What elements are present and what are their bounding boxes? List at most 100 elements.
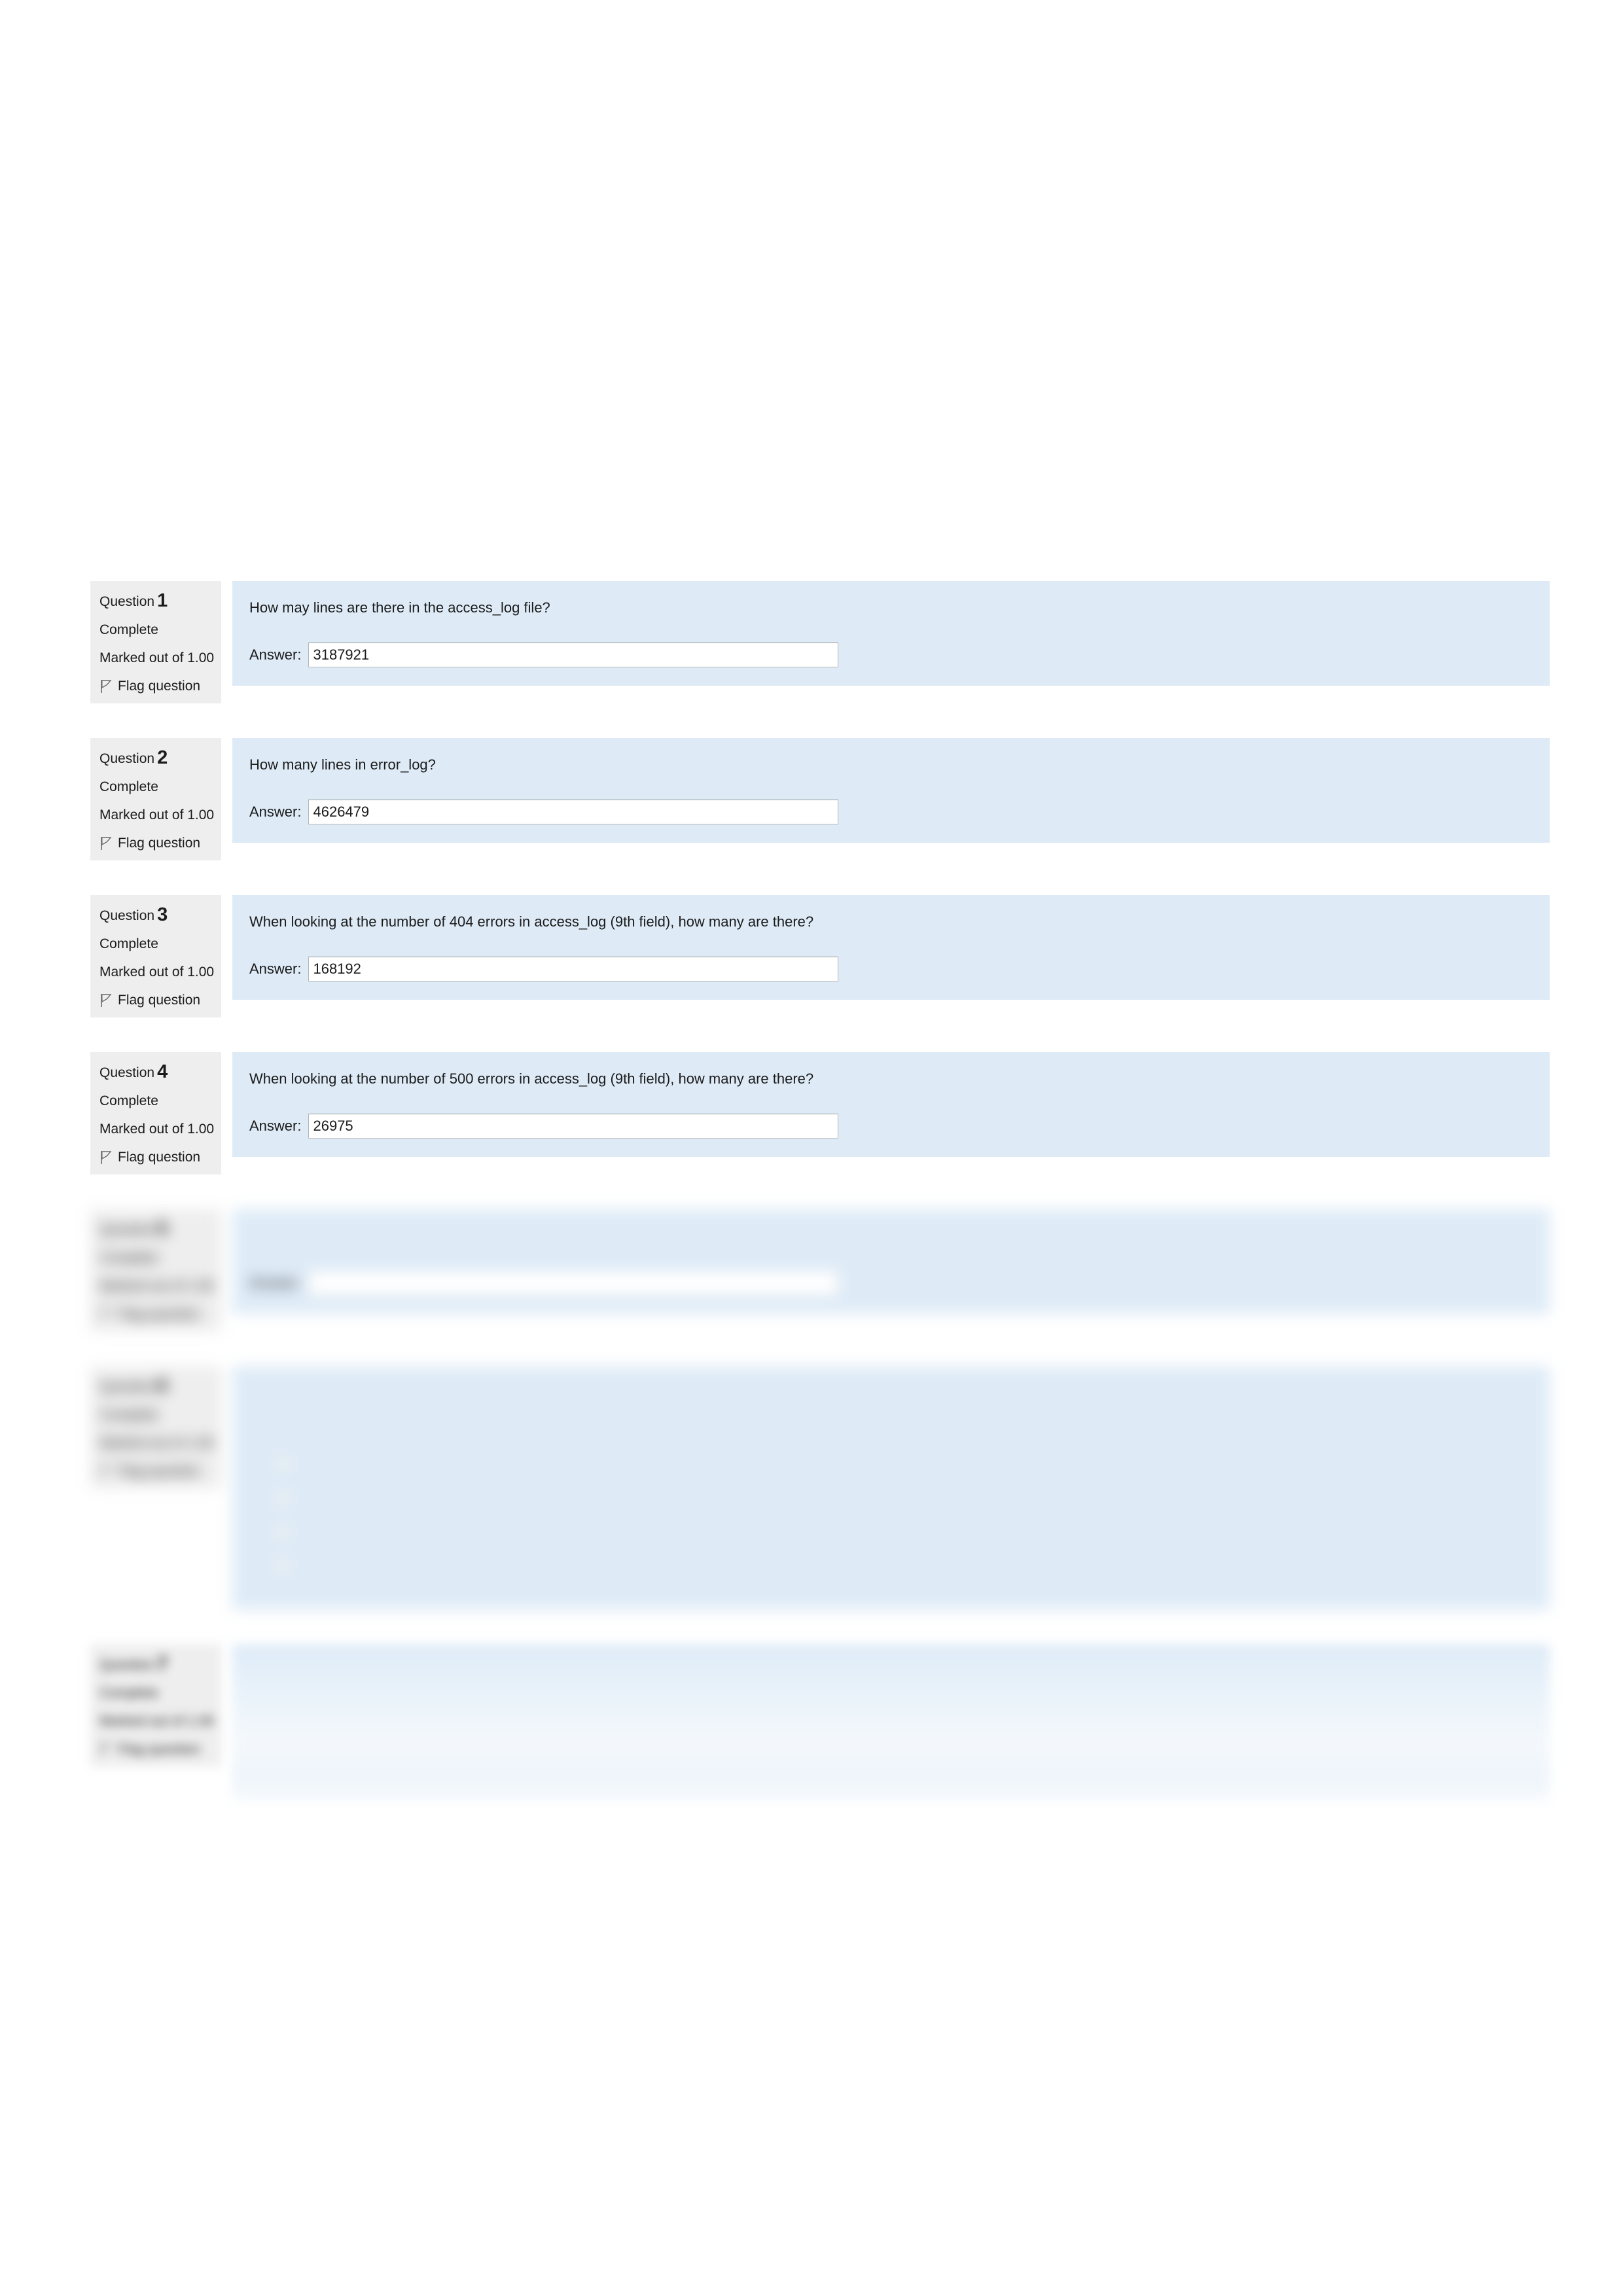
- radio-icon[interactable]: [276, 1456, 290, 1471]
- flag-question-button-2[interactable]: Flag question: [99, 836, 212, 851]
- flag-question-button-7[interactable]: Flag question: [99, 1742, 212, 1757]
- question-number-3: 3: [157, 904, 168, 925]
- flag-question-label-1: Flag question: [118, 679, 201, 694]
- question-state-3: Complete: [99, 936, 158, 951]
- flag-question-label-4: Flag question: [118, 1150, 201, 1165]
- flag-question-label-7: Flag question: [118, 1741, 201, 1757]
- question-word: Question: [99, 908, 155, 923]
- flag-icon: [99, 1150, 112, 1165]
- quiz-page: Question 1 Complete Marked out of 1.00 Fl…: [0, 0, 1623, 2296]
- question-number-label-5: Question 5: [99, 1220, 212, 1239]
- flag-question-label-3: Flag question: [118, 993, 201, 1008]
- answer-label-1: Answer:: [249, 646, 302, 663]
- answer-row-2: Answer:: [249, 799, 1550, 824]
- question-content-1: How may lines are there in the access_lo…: [232, 581, 1550, 686]
- question-text-6: [249, 1383, 1550, 1403]
- question-state-4: Complete: [99, 1093, 158, 1108]
- question-text-7: [249, 1661, 1550, 1681]
- question-word: Question: [99, 1657, 155, 1672]
- question-number-4: 4: [157, 1061, 168, 1082]
- question-content-7: [232, 1644, 1550, 1801]
- answer-input-4[interactable]: [308, 1113, 839, 1139]
- question-state-7: Complete: [99, 1685, 158, 1701]
- flag-icon: [99, 993, 112, 1008]
- question-grade-3: Marked out of 1.00: [99, 964, 215, 980]
- question-content-2: How many lines in error_log? Answer:: [232, 738, 1550, 843]
- question-state-2: Complete: [99, 779, 158, 794]
- flag-question-label-5: Flag question: [118, 1307, 201, 1322]
- question-number-5: 5: [157, 1218, 168, 1239]
- question-grade-4: Marked out of 1.00: [99, 1122, 215, 1137]
- mc-prompt-6: [249, 1428, 1550, 1445]
- question-state-1: Complete: [99, 622, 158, 637]
- question-text-3: When looking at the number of 404 errors…: [249, 913, 814, 930]
- question-number-1: 1: [157, 590, 168, 611]
- flag-question-button-1[interactable]: Flag question: [99, 679, 212, 694]
- mc-option-list-6: [249, 1455, 1550, 1574]
- flag-icon: [99, 1742, 112, 1757]
- question-info-5: Question 5 Complete Marked out of 1.00 Fl…: [90, 1209, 221, 1332]
- question-block-5: Question 5 Complete Marked out of 1.00 Fl…: [90, 1209, 1550, 1332]
- mc-option-label-6-a: [300, 1455, 304, 1472]
- question-content-4: When looking at the number of 500 errors…: [232, 1052, 1550, 1157]
- flag-question-button-3[interactable]: Flag question: [99, 993, 212, 1008]
- question-number-label-7: Question 7: [99, 1654, 212, 1674]
- radio-icon[interactable]: [276, 1558, 290, 1573]
- question-block-7: Question 7 Complete Marked out of 1.00 Fl…: [90, 1644, 1550, 1801]
- answer-input-1[interactable]: [308, 642, 839, 667]
- answer-input-3[interactable]: [308, 956, 839, 981]
- answer-label-2: Answer:: [249, 803, 302, 820]
- question-block-1: Question 1 Complete Marked out of 1.00 Fl…: [90, 581, 1550, 703]
- answer-row-5: Answer:: [249, 1270, 1550, 1296]
- mc-option-6-d[interactable]: [276, 1557, 1550, 1574]
- flag-question-label-6: Flag question: [118, 1464, 201, 1479]
- question-subtext-7: [249, 1705, 1550, 1725]
- question-info-1: Question 1 Complete Marked out of 1.00 Fl…: [90, 581, 221, 703]
- question-info-4: Question 4 Complete Marked out of 1.00 Fl…: [90, 1052, 221, 1174]
- question-grade-1: Marked out of 1.00: [99, 650, 215, 665]
- question-content-5: Answer:: [232, 1209, 1550, 1314]
- flag-question-button-6[interactable]: Flag question: [99, 1464, 212, 1479]
- question-block-4: Question 4 Complete Marked out of 1.00 Fl…: [90, 1052, 1550, 1174]
- question-state-5: Complete: [99, 1250, 158, 1265]
- mc-option-label-6-b: [300, 1489, 304, 1506]
- mc-option-6-c[interactable]: [276, 1523, 1550, 1540]
- question-text-2: How many lines in error_log?: [249, 756, 436, 773]
- flag-icon: [99, 1307, 112, 1322]
- question-text-1: How may lines are there in the access_lo…: [249, 599, 550, 616]
- question-word: Question: [99, 751, 155, 766]
- question-number-label-3: Question 3: [99, 906, 212, 925]
- question-state-6: Complete: [99, 1407, 158, 1422]
- question-grade-5: Marked out of 1.00: [99, 1279, 215, 1294]
- question-word: Question: [99, 1222, 155, 1237]
- flag-question-button-5[interactable]: Flag question: [99, 1307, 212, 1322]
- answer-row-1: Answer:: [249, 642, 1550, 667]
- mc-option-6-b[interactable]: [276, 1489, 1550, 1506]
- question-content-6: [232, 1366, 1550, 1610]
- answer-input-2[interactable]: [308, 799, 839, 824]
- question-info-3: Question 3 Complete Marked out of 1.00 Fl…: [90, 895, 221, 1017]
- question-block-3: Question 3 Complete Marked out of 1.00 Fl…: [90, 895, 1550, 1017]
- answer-label-4: Answer:: [249, 1117, 302, 1134]
- flag-icon: [99, 1464, 112, 1479]
- question-number-6: 6: [157, 1375, 168, 1396]
- flag-icon: [99, 836, 112, 851]
- question-block-6: Question 6 Complete Marked out of 1.00 Fl…: [90, 1366, 1550, 1610]
- question-number-2: 2: [157, 747, 168, 768]
- question-number-label-6: Question 6: [99, 1377, 212, 1396]
- question-number-label-2: Question 2: [99, 749, 212, 768]
- mc-option-6-a[interactable]: [276, 1455, 1550, 1472]
- question-text-5: [249, 1226, 1550, 1246]
- mc-option-label-6-c: [300, 1523, 304, 1540]
- question-word: Question: [99, 594, 155, 609]
- radio-icon[interactable]: [276, 1524, 290, 1539]
- question-info-6: Question 6 Complete Marked out of 1.00 Fl…: [90, 1366, 221, 1489]
- question-info-7: Question 7 Complete Marked out of 1.00 Fl…: [90, 1644, 221, 1767]
- radio-icon[interactable]: [276, 1490, 290, 1505]
- flag-question-button-4[interactable]: Flag question: [99, 1150, 212, 1165]
- flag-question-label-2: Flag question: [118, 836, 201, 851]
- question-grade-7: Marked out of 1.00: [99, 1713, 215, 1729]
- question-grade-6: Marked out of 1.00: [99, 1436, 215, 1451]
- answer-input-5[interactable]: [308, 1270, 839, 1296]
- question-number-label-1: Question 1: [99, 592, 212, 610]
